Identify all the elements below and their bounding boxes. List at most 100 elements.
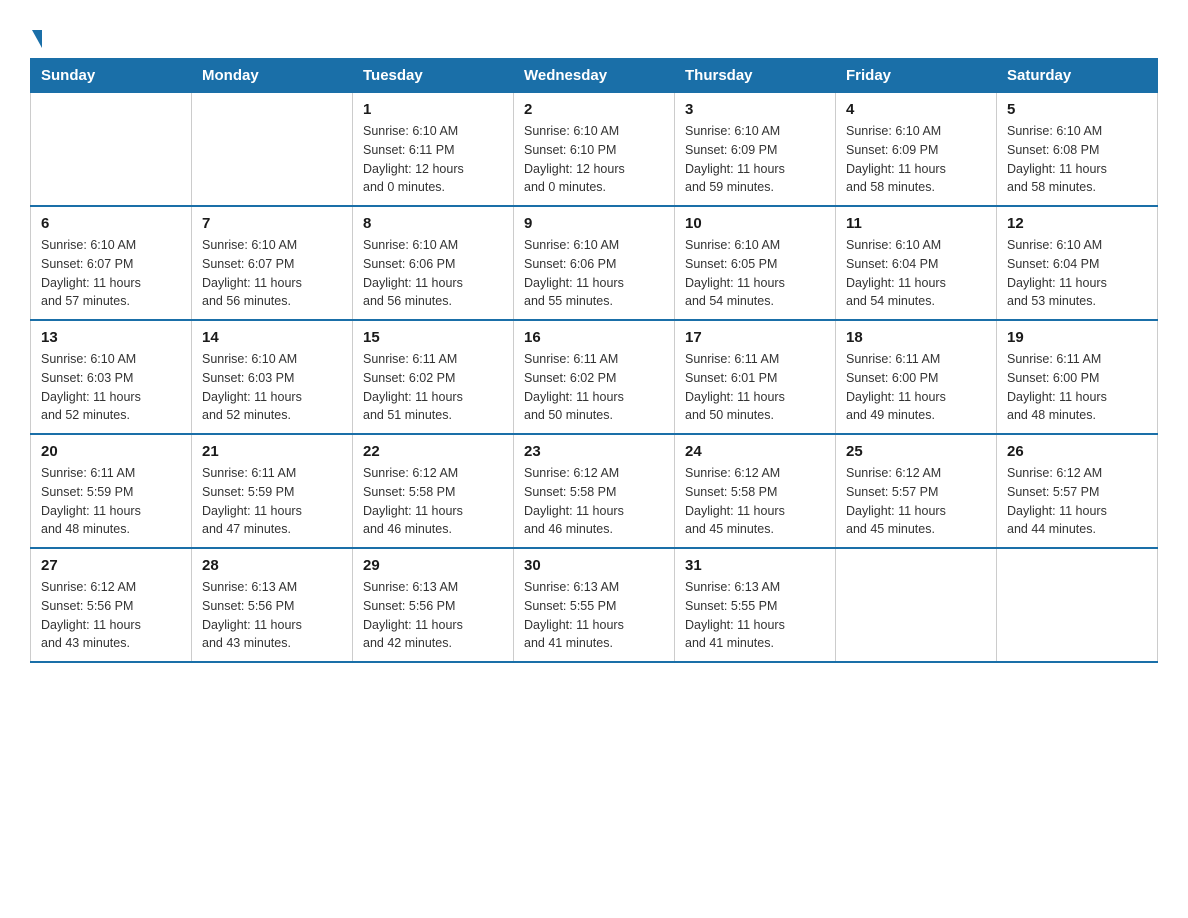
day-info: Sunrise: 6:10 AMSunset: 6:09 PMDaylight:… <box>685 122 825 197</box>
day-info: Sunrise: 6:11 AMSunset: 5:59 PMDaylight:… <box>41 464 181 539</box>
calendar-cell: 23Sunrise: 6:12 AMSunset: 5:58 PMDayligh… <box>514 434 675 548</box>
day-number: 2 <box>524 101 664 118</box>
calendar-header-row: Sunday Monday Tuesday Wednesday Thursday… <box>31 59 1158 93</box>
day-info: Sunrise: 6:11 AMSunset: 6:02 PMDaylight:… <box>363 350 503 425</box>
day-number: 13 <box>41 329 181 346</box>
calendar-cell: 15 Sunrise: 6:11 AMSunset: 6:02 PMDayligh… <box>353 320 514 434</box>
calendar-cell: 5Sunrise: 6:10 AMSunset: 6:08 PMDaylight… <box>997 93 1158 207</box>
calendar-cell: 9 Sunrise: 6:10 AMSunset: 6:06 PMDaylight… <box>514 206 675 320</box>
calendar-cell: 6 Sunrise: 6:10 AMSunset: 6:07 PMDaylight… <box>31 206 192 320</box>
calendar-cell: 27 Sunrise: 6:12 AMSunset: 5:56 PMDayligh… <box>31 548 192 662</box>
calendar-cell: 18 Sunrise: 6:11 AMSunset: 6:00 PMDayligh… <box>836 320 997 434</box>
day-info: Sunrise: 6:12 AMSunset: 5:58 PMDaylight:… <box>685 464 825 539</box>
calendar-cell: 31 Sunrise: 6:13 AMSunset: 5:55 PMDayligh… <box>675 548 836 662</box>
calendar-cell <box>31 93 192 207</box>
day-info: Sunrise: 6:13 AMSunset: 5:55 PMDaylight:… <box>685 578 825 653</box>
day-number: 20 <box>41 443 181 460</box>
calendar-table: Sunday Monday Tuesday Wednesday Thursday… <box>30 58 1158 663</box>
day-number: 24 <box>685 443 825 460</box>
calendar-cell: 28Sunrise: 6:13 AMSunset: 5:56 PMDayligh… <box>192 548 353 662</box>
day-number: 19 <box>1007 329 1147 346</box>
calendar-week-row: 20 Sunrise: 6:11 AMSunset: 5:59 PMDayligh… <box>31 434 1158 548</box>
header-friday: Friday <box>836 59 997 93</box>
day-number: 27 <box>41 557 181 574</box>
day-number: 26 <box>1007 443 1147 460</box>
calendar-cell: 29 Sunrise: 6:13 AMSunset: 5:56 PMDayligh… <box>353 548 514 662</box>
calendar-cell: 21 Sunrise: 6:11 AMSunset: 5:59 PMDayligh… <box>192 434 353 548</box>
day-info: Sunrise: 6:10 AMSunset: 6:06 PMDaylight:… <box>524 236 664 311</box>
calendar-cell: 13 Sunrise: 6:10 AMSunset: 6:03 PMDayligh… <box>31 320 192 434</box>
calendar-cell: 12 Sunrise: 6:10 AMSunset: 6:04 PMDayligh… <box>997 206 1158 320</box>
calendar-cell: 1Sunrise: 6:10 AMSunset: 6:11 PMDaylight… <box>353 93 514 207</box>
calendar-cell <box>836 548 997 662</box>
day-number: 16 <box>524 329 664 346</box>
day-info: Sunrise: 6:10 AMSunset: 6:04 PMDaylight:… <box>1007 236 1147 311</box>
calendar-cell: 30 Sunrise: 6:13 AMSunset: 5:55 PMDayligh… <box>514 548 675 662</box>
day-number: 29 <box>363 557 503 574</box>
day-info: Sunrise: 6:10 AMSunset: 6:03 PMDaylight:… <box>41 350 181 425</box>
day-number: 25 <box>846 443 986 460</box>
day-info: Sunrise: 6:11 AMSunset: 6:00 PMDaylight:… <box>846 350 986 425</box>
logo-triangle-icon <box>32 30 42 48</box>
calendar-cell: 24 Sunrise: 6:12 AMSunset: 5:58 PMDayligh… <box>675 434 836 548</box>
day-number: 23 <box>524 443 664 460</box>
day-number: 12 <box>1007 215 1147 232</box>
calendar-week-row: 1Sunrise: 6:10 AMSunset: 6:11 PMDaylight… <box>31 93 1158 207</box>
day-number: 14 <box>202 329 342 346</box>
calendar-cell: 19 Sunrise: 6:11 AMSunset: 6:00 PMDayligh… <box>997 320 1158 434</box>
day-info: Sunrise: 6:12 AMSunset: 5:56 PMDaylight:… <box>41 578 181 653</box>
day-info: Sunrise: 6:12 AMSunset: 5:58 PMDaylight:… <box>363 464 503 539</box>
calendar-week-row: 27 Sunrise: 6:12 AMSunset: 5:56 PMDayligh… <box>31 548 1158 662</box>
header-tuesday: Tuesday <box>353 59 514 93</box>
calendar-cell <box>997 548 1158 662</box>
day-number: 22 <box>363 443 503 460</box>
calendar-cell: 10 Sunrise: 6:10 AMSunset: 6:05 PMDayligh… <box>675 206 836 320</box>
calendar-week-row: 6 Sunrise: 6:10 AMSunset: 6:07 PMDaylight… <box>31 206 1158 320</box>
day-number: 10 <box>685 215 825 232</box>
day-info: Sunrise: 6:10 AMSunset: 6:04 PMDaylight:… <box>846 236 986 311</box>
day-number: 9 <box>524 215 664 232</box>
calendar-cell: 3 Sunrise: 6:10 AMSunset: 6:09 PMDaylight… <box>675 93 836 207</box>
day-info: Sunrise: 6:10 AMSunset: 6:10 PMDaylight:… <box>524 122 664 197</box>
calendar-cell: 14 Sunrise: 6:10 AMSunset: 6:03 PMDayligh… <box>192 320 353 434</box>
day-info: Sunrise: 6:13 AMSunset: 5:55 PMDaylight:… <box>524 578 664 653</box>
day-number: 28 <box>202 557 342 574</box>
calendar-cell: 26Sunrise: 6:12 AMSunset: 5:57 PMDayligh… <box>997 434 1158 548</box>
calendar-cell: 25 Sunrise: 6:12 AMSunset: 5:57 PMDayligh… <box>836 434 997 548</box>
day-number: 4 <box>846 101 986 118</box>
calendar-cell: 11 Sunrise: 6:10 AMSunset: 6:04 PMDayligh… <box>836 206 997 320</box>
day-info: Sunrise: 6:11 AMSunset: 5:59 PMDaylight:… <box>202 464 342 539</box>
day-number: 30 <box>524 557 664 574</box>
calendar-cell <box>192 93 353 207</box>
day-number: 1 <box>363 101 503 118</box>
page-header <box>30 20 1158 48</box>
day-number: 31 <box>685 557 825 574</box>
header-monday: Monday <box>192 59 353 93</box>
day-number: 15 <box>363 329 503 346</box>
day-info: Sunrise: 6:11 AMSunset: 6:02 PMDaylight:… <box>524 350 664 425</box>
header-wednesday: Wednesday <box>514 59 675 93</box>
calendar-cell: 16 Sunrise: 6:11 AMSunset: 6:02 PMDayligh… <box>514 320 675 434</box>
calendar-cell: 8Sunrise: 6:10 AMSunset: 6:06 PMDaylight… <box>353 206 514 320</box>
logo <box>30 20 42 48</box>
calendar-cell: 22 Sunrise: 6:12 AMSunset: 5:58 PMDayligh… <box>353 434 514 548</box>
header-saturday: Saturday <box>997 59 1158 93</box>
day-number: 21 <box>202 443 342 460</box>
day-number: 3 <box>685 101 825 118</box>
day-info: Sunrise: 6:12 AMSunset: 5:57 PMDaylight:… <box>846 464 986 539</box>
day-info: Sunrise: 6:11 AMSunset: 6:00 PMDaylight:… <box>1007 350 1147 425</box>
header-sunday: Sunday <box>31 59 192 93</box>
day-info: Sunrise: 6:11 AMSunset: 6:01 PMDaylight:… <box>685 350 825 425</box>
day-number: 7 <box>202 215 342 232</box>
day-info: Sunrise: 6:10 AMSunset: 6:03 PMDaylight:… <box>202 350 342 425</box>
day-number: 18 <box>846 329 986 346</box>
day-info: Sunrise: 6:13 AMSunset: 5:56 PMDaylight:… <box>363 578 503 653</box>
day-number: 11 <box>846 215 986 232</box>
day-info: Sunrise: 6:10 AMSunset: 6:05 PMDaylight:… <box>685 236 825 311</box>
day-info: Sunrise: 6:10 AMSunset: 6:07 PMDaylight:… <box>41 236 181 311</box>
day-number: 6 <box>41 215 181 232</box>
header-thursday: Thursday <box>675 59 836 93</box>
day-number: 8 <box>363 215 503 232</box>
day-info: Sunrise: 6:10 AMSunset: 6:08 PMDaylight:… <box>1007 122 1147 197</box>
calendar-cell: 7Sunrise: 6:10 AMSunset: 6:07 PMDaylight… <box>192 206 353 320</box>
